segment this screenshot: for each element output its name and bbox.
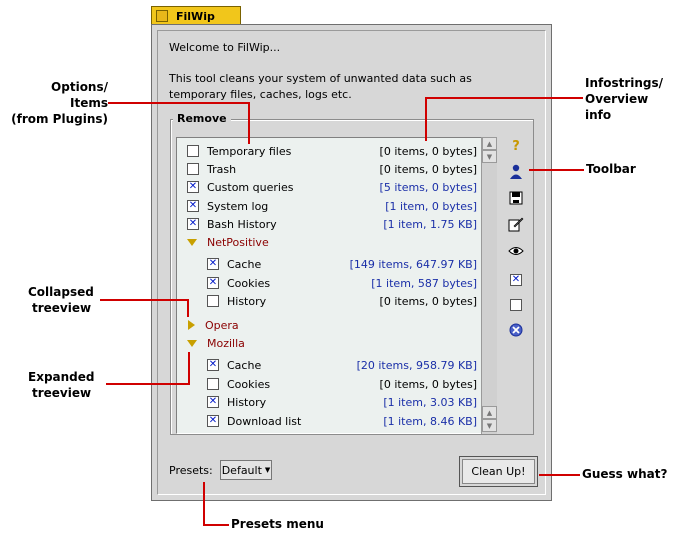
- presets-menu-button[interactable]: Default ▼: [220, 460, 272, 480]
- item-label: Bash History: [207, 217, 277, 231]
- item-label: Download list: [227, 414, 302, 428]
- annotation-info-2: Overview: [585, 92, 649, 106]
- presets-label: Presets:: [169, 464, 213, 477]
- tree-group-mozilla[interactable]: Mozilla: [187, 334, 487, 352]
- item-info: [0 items, 0 bytes]: [379, 163, 477, 176]
- annotation-expanded-1: Expanded: [28, 370, 95, 384]
- checkbox[interactable]: [187, 145, 199, 157]
- annotation-line: [529, 169, 584, 171]
- item-info: [5 items, 0 bytes]: [379, 181, 477, 194]
- annotation-line: [425, 97, 427, 141]
- list-scrollbar[interactable]: ▲ ▼ ▲ ▼: [481, 137, 497, 434]
- annotation-presets: Presets menu: [231, 517, 324, 531]
- item-label: History: [227, 395, 267, 409]
- presets-value: Default: [221, 463, 262, 477]
- group-label: Opera: [205, 318, 239, 332]
- item-label: Cookies: [227, 276, 271, 290]
- checkbox[interactable]: [207, 378, 219, 390]
- annotation-info-3: info: [585, 108, 612, 122]
- checkbox[interactable]: ✕: [207, 396, 219, 408]
- scroll-down-icon[interactable]: ▼: [482, 419, 497, 432]
- checkbox[interactable]: [187, 163, 199, 175]
- annotation-line: [106, 383, 190, 385]
- item-info: [0 items, 0 bytes]: [379, 378, 477, 391]
- annotation-toolbar: Toolbar: [586, 162, 636, 176]
- close-icon[interactable]: [156, 10, 168, 22]
- item-label: Cookies: [227, 377, 271, 391]
- annotation-collapsed-1: Collapsed: [28, 285, 94, 299]
- item-info: [20 items, 958.79 KB]: [356, 359, 477, 372]
- item-info: [1 item, 587 bytes]: [371, 277, 477, 290]
- annotation-line: [108, 102, 250, 104]
- window-tab[interactable]: FilWip: [151, 6, 241, 25]
- window-title: FilWip: [176, 9, 215, 23]
- scroll-up-icon[interactable]: ▲: [482, 406, 497, 419]
- annotation-line: [187, 299, 189, 317]
- item-info: [1 item, 8.46 KB]: [383, 415, 477, 428]
- annotation-info-1: Infostrings/: [585, 76, 664, 90]
- annotation-options-3: (from Plugins): [11, 112, 108, 126]
- scroll-down-icon[interactable]: ▼: [482, 150, 497, 163]
- group-label: NetPositive: [207, 235, 269, 249]
- annotation-line: [203, 482, 205, 526]
- annotation-options: Options/: [51, 80, 108, 94]
- annotation-options-2: Items: [70, 96, 108, 110]
- annotation-line: [188, 352, 190, 385]
- tree-group-netpositive[interactable]: NetPositive: [187, 233, 487, 251]
- check-all-icon[interactable]: ✕: [508, 272, 524, 288]
- item-info: [1 item, 3.03 KB]: [383, 396, 477, 409]
- checkbox[interactable]: ✕: [207, 277, 219, 289]
- annotation-line: [248, 102, 250, 144]
- annotation-line: [100, 299, 188, 301]
- item-label: Trash: [207, 162, 237, 176]
- edit-icon[interactable]: [508, 216, 524, 232]
- welcome-text: Welcome to FilWip...: [169, 41, 281, 54]
- checkbox[interactable]: ✕: [187, 218, 199, 230]
- item-label: System log: [207, 199, 269, 213]
- help-icon[interactable]: ?: [508, 138, 524, 154]
- expand-triangle-icon[interactable]: [187, 339, 197, 347]
- item-info: [0 items, 0 bytes]: [379, 145, 477, 158]
- uncheck-all-icon[interactable]: [508, 297, 524, 313]
- clean-up-label: Clean Up!: [462, 459, 535, 484]
- checkbox[interactable]: ✕: [187, 200, 199, 212]
- group-label: Mozilla: [207, 336, 245, 350]
- checkbox[interactable]: ✕: [207, 258, 219, 270]
- item-label: Custom queries: [207, 180, 294, 194]
- collapse-triangle-icon[interactable]: [188, 320, 195, 330]
- user-icon[interactable]: [508, 164, 524, 180]
- annotation-guess: Guess what?: [582, 467, 668, 481]
- checkbox[interactable]: ✕: [187, 181, 199, 193]
- annotation-line: [425, 97, 583, 99]
- checkbox[interactable]: ✕: [207, 359, 219, 371]
- remove-legend: Remove: [173, 112, 231, 125]
- item-label: History: [227, 294, 267, 308]
- save-icon[interactable]: [508, 190, 524, 206]
- item-info: [149 items, 647.97 KB]: [349, 258, 477, 271]
- annotation-line: [539, 474, 580, 476]
- item-info: [1 item, 0 bytes]: [385, 200, 477, 213]
- eye-icon[interactable]: [508, 243, 524, 259]
- tree-group-opera[interactable]: Opera: [188, 316, 488, 334]
- cancel-icon[interactable]: [508, 322, 524, 338]
- annotation-expanded-2: treeview: [32, 386, 92, 400]
- item-label: Temporary files: [207, 144, 292, 158]
- item-info: [1 item, 1.75 KB]: [383, 218, 477, 231]
- item-info: [0 items, 0 bytes]: [379, 295, 477, 308]
- annotation-line: [203, 524, 229, 526]
- chevron-down-icon: ▼: [264, 466, 271, 474]
- annotation-collapsed-2: treeview: [32, 301, 92, 315]
- items-list[interactable]: Temporary files [0 items, 0 bytes] Trash…: [176, 137, 497, 434]
- clean-up-button[interactable]: Clean Up!: [459, 456, 538, 487]
- item-label: Cache: [227, 358, 262, 372]
- item-label: Cache: [227, 257, 262, 271]
- scroll-up-icon[interactable]: ▲: [482, 137, 497, 150]
- expand-triangle-icon[interactable]: [187, 238, 197, 246]
- checkbox[interactable]: [207, 295, 219, 307]
- checkbox[interactable]: ✕: [207, 415, 219, 427]
